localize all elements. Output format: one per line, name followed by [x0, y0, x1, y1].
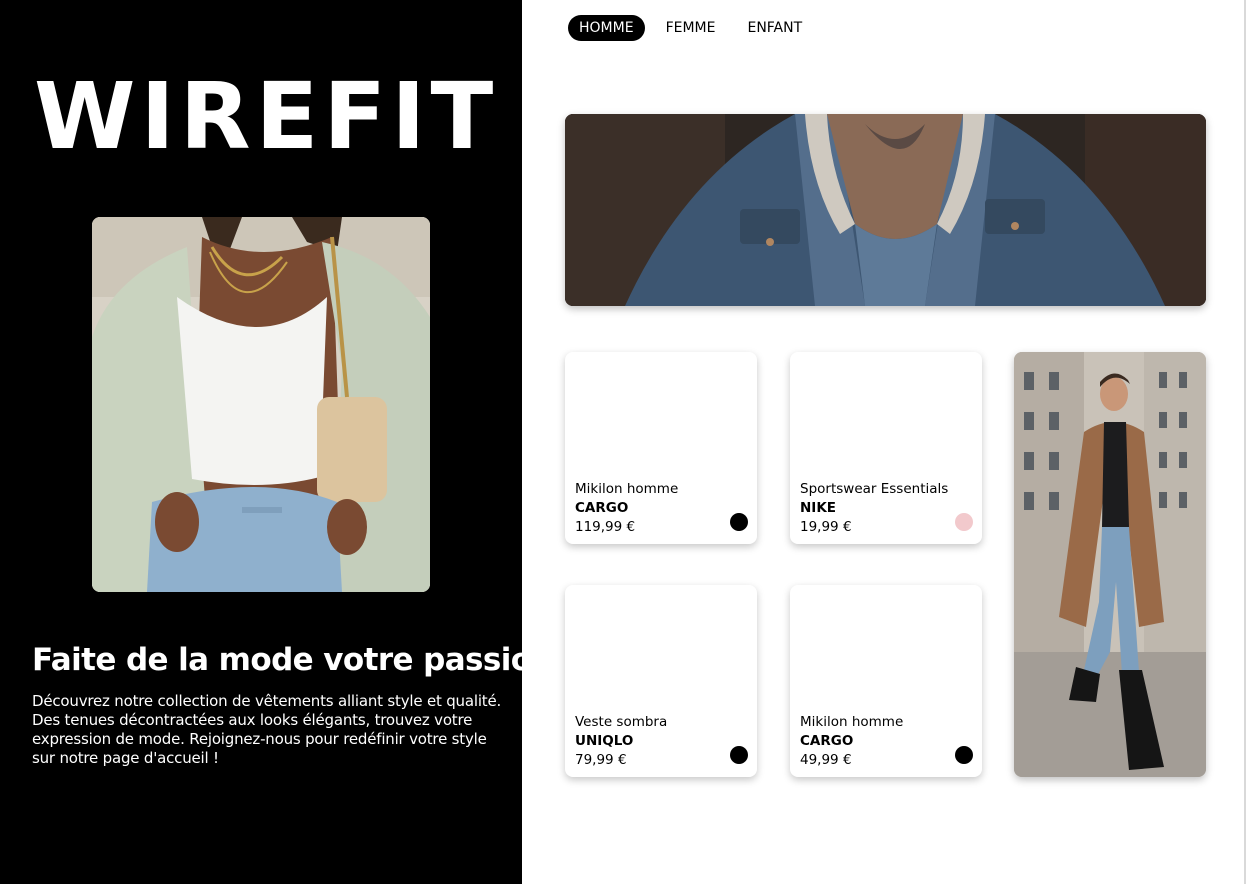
brand-logo[interactable]: WIREFIT	[34, 62, 494, 172]
hero-photo	[92, 217, 430, 592]
product-price: 79,99 €	[575, 752, 627, 768]
category-nav: HOMME FEMME ENFANT	[568, 15, 813, 41]
product-price: 119,99 €	[575, 519, 636, 535]
product-name: Mikilon homme	[800, 714, 904, 730]
page-root: WIREFIT Faite de la mode votre passion !…	[0, 0, 1247, 884]
color-swatch[interactable]	[730, 513, 748, 531]
product-brand: CARGO	[800, 733, 854, 749]
nav-tab-homme[interactable]: HOMME	[568, 15, 645, 41]
product-price: 19,99 €	[800, 519, 852, 535]
hero-panel: WIREFIT Faite de la mode votre passion !…	[0, 0, 577, 884]
hero-headline: Faite de la mode votre passion !	[32, 642, 577, 678]
product-price: 49,99 €	[800, 752, 852, 768]
product-brand: NIKE	[800, 500, 837, 516]
page-edge-divider	[1244, 0, 1246, 884]
product-brand: UNIQLO	[575, 733, 634, 749]
model-photo[interactable]	[1014, 352, 1206, 777]
product-name: Veste sombra	[575, 714, 668, 730]
color-swatch[interactable]	[955, 513, 973, 531]
product-card[interactable]: Sportswear Essentials NIKE 19,99 €	[790, 352, 982, 544]
product-name: Mikilon homme	[575, 481, 679, 497]
product-name: Sportswear Essentials	[800, 481, 949, 497]
product-card[interactable]: Mikilon homme CARGO 119,99 €	[565, 352, 757, 544]
product-card[interactable]: Mikilon homme CARGO 49,99 €	[790, 585, 982, 777]
featured-banner[interactable]	[565, 114, 1206, 306]
color-swatch[interactable]	[730, 746, 748, 764]
nav-tab-enfant[interactable]: ENFANT	[736, 15, 813, 41]
nav-tab-femme[interactable]: FEMME	[655, 15, 727, 41]
product-brand: CARGO	[575, 500, 629, 516]
hero-description: Découvrez notre collection de vêtements …	[32, 692, 502, 767]
color-swatch[interactable]	[955, 746, 973, 764]
product-card[interactable]: Veste sombra UNIQLO 79,99 €	[565, 585, 757, 777]
